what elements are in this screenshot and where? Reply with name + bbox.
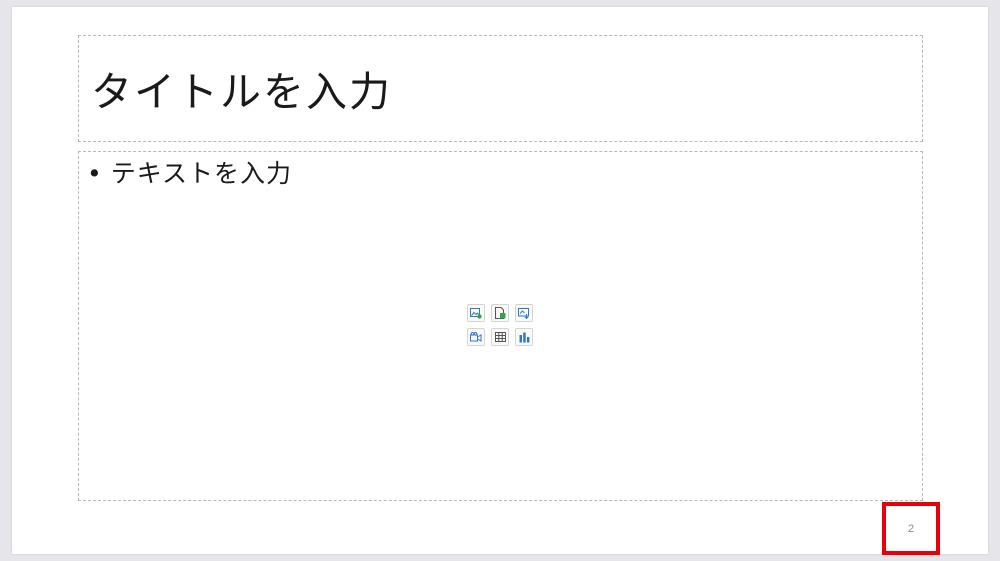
content-placeholder-text: テキストを入力 (110, 159, 293, 188)
insert-picture-icon (470, 307, 482, 319)
insert-file-button[interactable] (491, 304, 509, 322)
insert-table-icon (494, 332, 506, 342)
title-placeholder[interactable]: タイトルを入力 (78, 35, 923, 142)
content-placeholder[interactable]: • テキストを入力 (78, 151, 923, 501)
insert-content-grid (467, 304, 535, 348)
slide[interactable]: タイトルを入力 • テキストを入力 2 (12, 7, 988, 555)
insert-file-icon (494, 307, 505, 319)
page-number-text: 2 (907, 522, 915, 535)
insert-online-picture-icon (518, 307, 529, 319)
title-placeholder-text: タイトルを入力 (91, 68, 392, 116)
insert-chart-button[interactable] (515, 328, 533, 346)
insert-chart-icon (519, 332, 529, 342)
bullet-dot: • (87, 159, 103, 188)
insert-video-icon (470, 332, 482, 342)
slide-page-number: 2 (882, 502, 940, 555)
insert-table-button[interactable] (491, 328, 509, 346)
insert-picture-button[interactable] (467, 304, 485, 322)
insert-video-button[interactable] (467, 328, 485, 346)
insert-online-picture-button[interactable] (515, 304, 533, 322)
bullet-line: • テキストを入力 (87, 154, 292, 190)
editor-canvas: タイトルを入力 • テキストを入力 2 (0, 0, 1000, 561)
